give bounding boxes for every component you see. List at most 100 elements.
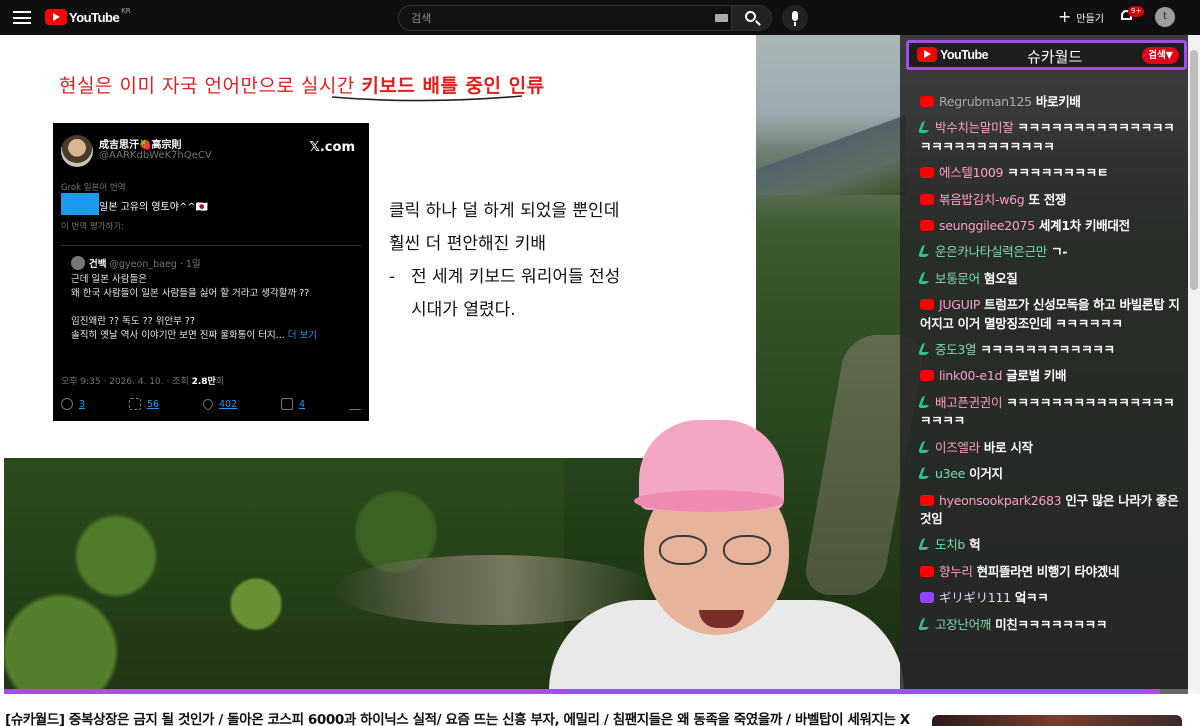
keyboard-icon[interactable] xyxy=(715,14,728,22)
redacted-box xyxy=(61,193,99,215)
reply-count: 3 xyxy=(79,398,86,410)
grok-translation-label: Grok 일본어 번역 xyxy=(61,183,126,193)
create-label: 만들기 xyxy=(1076,13,1105,25)
slide-body: 클릭 하나 덜 하게 되었을 뿐인데 훨씬 더 편안해진 키배 -전 세계 키보… xyxy=(389,195,620,327)
tweet-author-handle: @AARKdbWeK7hQeCV xyxy=(99,150,212,161)
tweet-views: 2.8만 xyxy=(191,377,216,387)
chat-channel-name: 슈카월드 xyxy=(1027,48,1083,66)
youtube-badge-icon xyxy=(920,565,934,577)
chat-message: Regrubman125 바로키배 xyxy=(920,93,1180,111)
slide-body-line: 훨씬 더 편안해진 키배 xyxy=(389,234,546,254)
quote-line-blank xyxy=(71,301,317,315)
presenter-webcam xyxy=(549,420,904,694)
chat-text: ㄱ- xyxy=(1051,244,1068,260)
voice-search-button[interactable] xyxy=(782,5,808,31)
search-input[interactable] xyxy=(399,6,732,30)
chat-author: link00-e1d xyxy=(939,368,1003,384)
youtube-logo[interactable]: YouTube KR xyxy=(45,7,131,25)
chat-message: JUGUIP 트럼프가 신성모독을 하고 바빌론탑 지어지고 이거 멸망징조인데… xyxy=(920,296,1180,333)
plus-icon: + xyxy=(1058,7,1072,26)
slide-bullet: -전 세계 키보드 워리어들 전성 xyxy=(389,261,620,294)
bookmark-icon xyxy=(281,398,293,410)
youtube-badge-icon xyxy=(920,370,934,382)
quote-body: 근데 일본 사람들은 왜 한국 사람들이 일본 사람들을 싫어 할 거라고 생각… xyxy=(71,273,317,343)
chat-author: 도치b xyxy=(935,537,966,553)
chat-message: 배고픈귄귄이 ㅋㅋㅋㅋㅋㅋㅋㅋㅋㅋㅋㅋㅋㅋㅋㅋㅋㅋㅋ xyxy=(917,394,1180,431)
member-badge-icon xyxy=(917,271,933,284)
create-button[interactable]: + 만들기 xyxy=(1058,7,1104,27)
chat-author: 볶음밥김치-w6g xyxy=(939,191,1025,207)
chat-author: 박수치는말미잘 xyxy=(935,120,1014,136)
member-badge-icon xyxy=(917,538,933,551)
chat-message: 중도3열 ㅋㅋㅋㅋㅋㅋㅋㅋㅋㅋㅋㅋ xyxy=(917,341,1180,359)
slide-body-line: 클릭 하나 덜 하게 되었을 뿐인데 xyxy=(389,201,620,221)
member-badge-icon xyxy=(917,440,933,453)
chat-message: 고장난어깨 미친ㅋㅋㅋㅋㅋㅋㅋㅋ xyxy=(917,616,1180,634)
member-badge-icon xyxy=(917,395,933,408)
chat-text: 미친ㅋㅋㅋㅋㅋㅋㅋㅋ xyxy=(995,616,1108,632)
heart-icon xyxy=(200,396,216,412)
member-badge-icon xyxy=(917,343,933,356)
chat-message: 볶음밥김치-w6g 또 전쟁 xyxy=(920,191,1180,209)
chat-message: hyeonsookpark2683 인구 많은 나라가 좋은 것임 xyxy=(920,492,1180,529)
quote-line: 임진왜란 ?? 독도 ?? 위안부 ?? xyxy=(71,316,196,327)
youtube-badge-icon xyxy=(920,220,934,232)
masthead: YouTube KR + 만들기 9+ t xyxy=(0,0,1200,35)
chat-author: seunggilee2075 xyxy=(939,218,1035,234)
youtube-badge-icon xyxy=(920,167,934,179)
member-badge-icon xyxy=(917,121,933,134)
search-icon xyxy=(745,11,756,22)
search-button[interactable] xyxy=(731,6,771,30)
member-badge-icon xyxy=(917,617,933,630)
quote-line: 왜 한국 사람들이 일본 사람들을 싫어 할 거라고 생각할까 ?? xyxy=(71,288,310,299)
page-scrollbar[interactable] xyxy=(1188,35,1200,694)
video-player[interactable]: 현실은 이미 자국 언어만으로 실시간 키보드 배틀 중인 인류 成吉思汗🍓高宗… xyxy=(4,35,1196,694)
retweet-icon xyxy=(128,398,141,410)
tweet-timestamp: 오후 9:35 · 2026. 4. 10. · 조회 xyxy=(61,377,192,387)
glasses xyxy=(659,535,779,565)
chat-author: JUGUIP xyxy=(939,297,981,313)
chat-author: 이즈엘라 xyxy=(935,439,980,455)
chat-text: 또 전쟁 xyxy=(1028,191,1067,207)
quote-author-avatar xyxy=(71,256,85,270)
presentation-slide: 현실은 이미 자국 언어만으로 실시간 키보드 배틀 중인 인류 成吉思汗🍓高宗… xyxy=(4,35,756,458)
reply-action: 3 xyxy=(61,398,85,410)
youtube-badge-icon xyxy=(920,193,934,205)
chat-message: link00-e1d 글로벌 키배 xyxy=(920,367,1180,385)
chat-messages: Regrubman125 바로키배박수치는말미잘 ㅋㅋㅋㅋㅋㅋㅋㅋㅋㅋㅋㅋㅋㅋㅋ… xyxy=(917,93,1180,642)
chat-author: u3ee xyxy=(935,466,966,482)
bookmark-action: 4 xyxy=(281,398,305,410)
video-title: [슈카월드] 중복상장은 금지 될 것인가 / 돌아온 코스피 6000과 하이… xyxy=(5,712,910,726)
youtube-watch-page: YouTube KR + 만들기 9+ t 현실은 이미 자국 언어만으로 실시… xyxy=(0,0,1200,726)
chat-message: 향누리 현피뜰라면 비행기 타야겠네 xyxy=(920,563,1180,581)
chat-search-badge: 검색▼ xyxy=(1142,47,1179,64)
chat-author: Regrubman125 xyxy=(939,94,1032,109)
quoted-tweet: 건백 @gyeon_baeg · 1일 근데 일본 사람들은 왜 한국 사람들이… xyxy=(61,245,361,355)
like-count: 402 xyxy=(218,398,238,410)
chat-header: YouTube 슈카월드 검색▼ xyxy=(906,40,1187,70)
chat-platform-label: YouTube xyxy=(940,48,989,62)
chat-author: 고장난어깨 xyxy=(935,616,992,632)
bookmark-count: 4 xyxy=(299,398,306,410)
recommended-thumbnail[interactable] xyxy=(932,715,1182,726)
notification-count-badge: 9+ xyxy=(1128,6,1145,17)
scrollbar-thumb[interactable] xyxy=(1190,50,1198,290)
logo-text: YouTube xyxy=(69,9,120,25)
youtube-badge-icon xyxy=(920,96,934,107)
quote-author-name: 건백 xyxy=(89,259,107,270)
account-avatar[interactable]: t xyxy=(1155,7,1175,27)
search-box xyxy=(398,5,772,31)
x-logo: 𝕏.com xyxy=(309,140,355,155)
youtube-badge-icon xyxy=(920,299,934,311)
like-action: 402 xyxy=(200,396,238,412)
tweet-views-suffix: 회 xyxy=(215,377,225,387)
video-progress-bar[interactable] xyxy=(4,689,1196,694)
chat-text: ㅋㅋㅋㅋㅋㅋㅋㅋㅋㅋㅋㅋ xyxy=(980,342,1115,358)
chat-message: 박수치는말미잘 ㅋㅋㅋㅋㅋㅋㅋㅋㅋㅋㅋㅋㅋㅋㅋㅋㅋㅋㅋㅋㅋㅋㅋㅋㅋㅋ xyxy=(917,119,1180,156)
chat-text: 헉 xyxy=(969,537,981,553)
slide-bullet-line: 전 세계 키보드 워리어들 전성 xyxy=(411,267,621,287)
menu-icon[interactable] xyxy=(13,9,31,26)
tweet-text: 일본 고유의 영토야^^🇯🇵 xyxy=(99,202,209,213)
member-badge-icon xyxy=(917,245,933,258)
reply-icon xyxy=(61,398,73,410)
